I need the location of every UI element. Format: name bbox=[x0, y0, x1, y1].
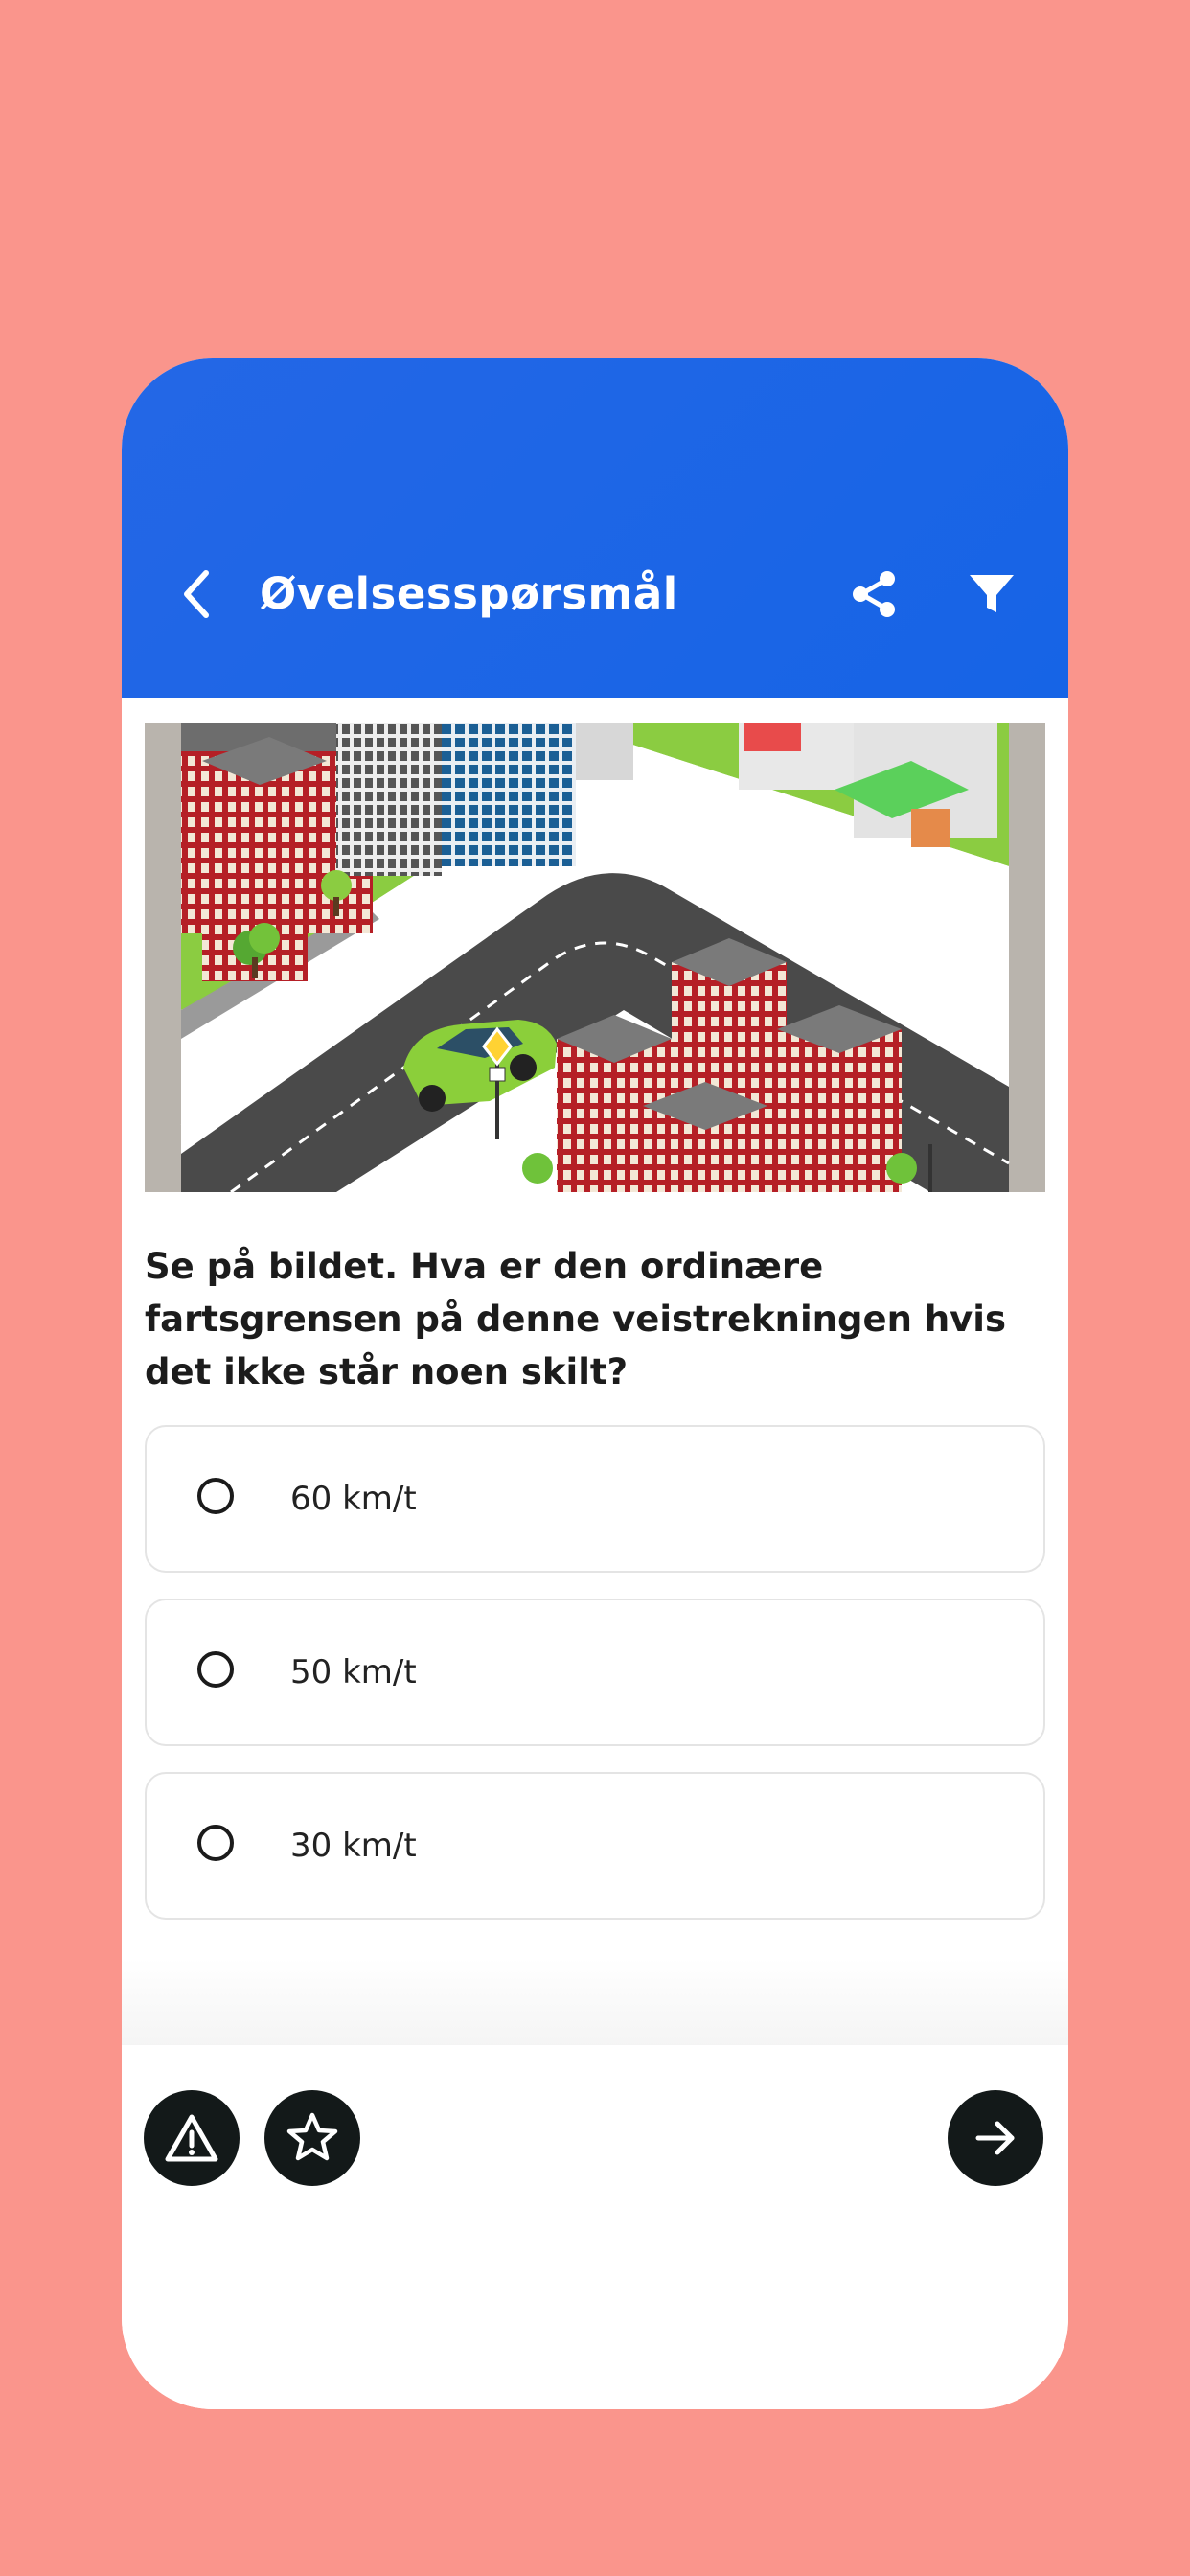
answer-option-2[interactable]: 50 km/t bbox=[145, 1598, 1045, 1746]
warning-icon bbox=[165, 2114, 218, 2162]
answer-label: 30 km/t bbox=[290, 1827, 417, 1865]
report-button[interactable] bbox=[144, 2090, 240, 2186]
scroll-fade bbox=[122, 1959, 1068, 2045]
page-title: Øvelsesspørsmål bbox=[260, 568, 678, 619]
next-button[interactable] bbox=[948, 2090, 1043, 2186]
question-text: Se på bildet. Hva er den ordinære fartsg… bbox=[145, 1246, 1006, 1392]
app-screen: Øvelsesspørsmål Se på bildet. Hva er den… bbox=[122, 358, 1068, 2409]
filter-button[interactable] bbox=[955, 558, 1028, 631]
star-icon bbox=[286, 2112, 338, 2161]
filter-icon bbox=[970, 575, 1014, 612]
answer-label: 60 km/t bbox=[290, 1480, 417, 1518]
radio-button[interactable] bbox=[197, 1825, 234, 1861]
radio-button[interactable] bbox=[197, 1478, 234, 1514]
app-header: Øvelsesspørsmål bbox=[122, 358, 1068, 698]
radio-button[interactable] bbox=[197, 1651, 234, 1688]
back-button[interactable] bbox=[160, 558, 233, 631]
question-image bbox=[145, 723, 1045, 1192]
city-illustration bbox=[145, 723, 1045, 1192]
answer-option-3[interactable]: 30 km/t bbox=[145, 1772, 1045, 1920]
answer-option-1[interactable]: 60 km/t bbox=[145, 1425, 1045, 1573]
favorite-button[interactable] bbox=[264, 2090, 360, 2186]
share-icon bbox=[853, 571, 895, 617]
arrow-right-icon bbox=[975, 2121, 1015, 2155]
answer-label: 50 km/t bbox=[290, 1653, 417, 1691]
bottom-action-bar bbox=[122, 2074, 1068, 2409]
chevron-left-icon bbox=[184, 570, 209, 618]
share-button[interactable] bbox=[838, 558, 911, 631]
